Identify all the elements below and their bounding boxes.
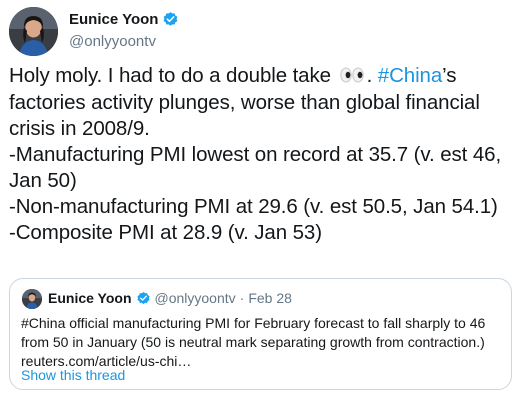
quoted-line-2: from 50 in January (50 is neutral mark s… [21,334,485,350]
author-name[interactable]: Eunice Yoon [69,11,158,28]
quoted-tweet-card[interactable]: Eunice Yoon @onlyyoontv · Feb 28 #China … [9,278,512,390]
tweet-line-1: Holy moly. I had to do a double take . #… [9,63,521,90]
quoted-date: Feb 28 [248,290,292,306]
show-thread-link[interactable]: Show this thread [21,367,125,383]
author-handle[interactable]: @onlyyoontv [69,33,156,50]
author-name-row: Eunice Yoon [69,11,179,28]
tweet-line-6: -Non-manufacturing PMI at 29.6 (v. est 5… [9,195,498,218]
quoted-tweet-header: Eunice Yoon @onlyyoontv · Feb 28 [48,290,292,306]
tweet-line-1-sep: . [366,64,378,87]
quoted-line-1: #China official manufacturing PMI for Fe… [21,315,486,331]
author-avatar[interactable] [9,7,58,56]
tweet-line-3: crisis in 2008/9. [9,117,150,140]
tweet-line-1-suffix: ’s [442,64,457,87]
verified-badge-icon [162,11,179,28]
quoted-author-avatar [22,289,42,309]
quoted-author-name: Eunice Yoon [48,290,132,306]
quoted-author-handle: @onlyyoontv [154,290,236,306]
tweet-line-4: -Manufacturing PMI lowest on record at 3… [9,143,502,166]
tweet-line-7: -Composite PMI at 28.9 (v. Jan 53) [9,221,322,244]
quoted-verified-badge-icon [136,291,151,306]
tweet-line-5: Jan 50) [9,169,77,192]
quoted-tweet-body: #China official manufacturing PMI for Fe… [21,314,506,371]
hashtag-link[interactable]: #China [378,64,442,87]
tweet-line-1-text: Holy moly. I had to do a double take [9,64,331,87]
quoted-separator: · [239,290,245,306]
eyes-emoji-icon [339,64,365,90]
tweet-text: Holy moly. I had to do a double take . #… [9,63,521,246]
tweet-line-2: factories activity plunges, worse than g… [9,91,480,114]
